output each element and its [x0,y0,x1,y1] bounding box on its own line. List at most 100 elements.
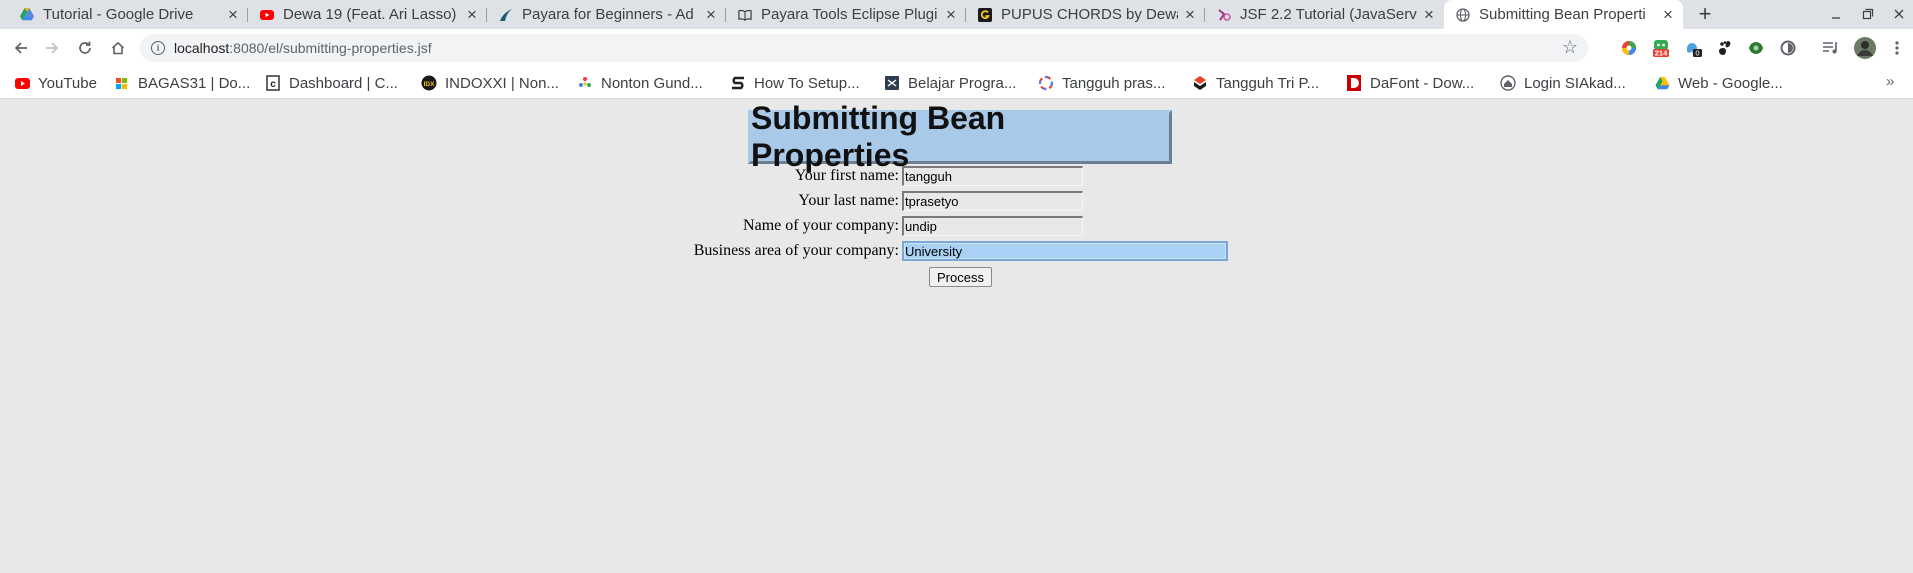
bookmark-label: DaFont - Dow... [1370,74,1475,92]
tab-title: JSF 2.2 Tutorial (JavaServ [1240,6,1417,23]
youtube-icon [14,75,30,91]
tab-title: Submitting Bean Properti [1479,6,1646,23]
google-drive-icon [1654,75,1670,91]
company-name-field[interactable] [902,216,1083,236]
forward-icon[interactable] [40,36,64,60]
globe-icon [1456,7,1470,22]
svg-text:c: c [270,79,276,90]
bookmark-star-icon[interactable]: ☆ [1562,37,1578,58]
url-host: localhost [174,40,230,56]
tab-pupus-chords[interactable]: PUPUS CHORDS by Dewa × [966,0,1205,29]
bookmark-label: BAGAS31 | Do... [138,74,251,92]
payara-icon [499,8,513,22]
bookmark-dafont[interactable]: DaFont - Dow... [1346,73,1474,93]
indoxxi-icon: IDX [421,75,437,91]
extension-badge-count: 214 [1655,49,1668,58]
tab-payara-beginners[interactable]: Payara for Beginners - Ad × [487,0,726,29]
tab-submitting-bean-properties[interactable]: Submitting Bean Properti × [1444,0,1683,29]
more-bookmarks-icon[interactable]: » [1886,73,1894,90]
site-info-icon[interactable]: i [151,41,165,55]
svg-text:IDX: IDX [424,81,436,88]
business-area-label: Business area of your company: [693,242,899,259]
nonton-icon [577,75,593,91]
process-button[interactable]: Process [929,267,992,287]
bookmark-indoxxi[interactable]: IDX INDOXXI | Non... [421,73,559,93]
youtube-icon [260,8,274,22]
close-icon[interactable]: × [464,5,480,24]
bookmark-label: Nonton Gund... [601,74,703,92]
ring-icon [1038,75,1054,91]
company-name-label: Name of your company: [743,217,899,234]
dafont-icon [1346,75,1362,91]
close-window-icon[interactable] [1888,3,1910,25]
bookmark-tangguh-tri-p[interactable]: Tangguh Tri P... [1192,73,1319,93]
tab-payara-tools[interactable]: Payara Tools Eclipse Plugi × [726,0,966,29]
first-name-label: Your first name: [794,167,899,184]
bookmark-label: How To Setup... [754,74,860,92]
bookmark-web-google[interactable]: Web - Google... [1654,73,1783,93]
belajar-icon [884,75,900,91]
url-path: :8080/el/submitting-properties.jsf [229,40,432,56]
tab-title: Dewa 19 (Feat. Ari Lasso) [283,6,457,23]
first-name-field[interactable] [902,166,1083,186]
tab-youtube-dewa19[interactable]: Dewa 19 (Feat. Ari Lasso) × [248,0,487,29]
url-text[interactable]: localhost:8080/el/submitting-properties.… [174,40,432,56]
tangguh-icon [1192,75,1208,91]
color-picker-extension-icon[interactable] [1620,39,1638,57]
bookmark-dashboard[interactable]: c Dashboard | C... [265,73,398,93]
close-icon[interactable]: × [225,5,241,24]
back-icon[interactable] [9,36,33,60]
page-title: Submitting Bean Properties [748,100,1172,173]
extension-badge-icon[interactable]: 214 [1651,39,1671,57]
bookmark-label: Login SIAkad... [1524,74,1626,92]
siakad-icon [1500,75,1516,91]
bookmark-youtube[interactable]: YouTube [14,73,97,93]
bookmark-login-siakad[interactable]: Login SIAkad... [1500,73,1626,93]
address-bar[interactable]: i localhost:8080/el/submitting-propertie… [140,34,1588,62]
bagas31-icon [114,75,130,91]
tab-strip: Tutorial - Google Drive × Dewa 19 (Feat.… [0,0,1913,29]
close-icon[interactable]: × [703,5,719,24]
last-name-field[interactable] [902,191,1083,211]
tab-google-drive[interactable]: Tutorial - Google Drive × [8,0,248,29]
bookmark-belajar-programming[interactable]: Belajar Progra... [884,73,1016,93]
bookmark-bagas31[interactable]: BAGAS31 | Do... [114,73,250,93]
google-drive-icon [20,8,34,22]
home-icon[interactable] [106,36,130,60]
circle-extension-icon[interactable] [1779,39,1797,57]
tab-title: PUPUS CHORDS by Dewa [1001,6,1178,23]
chords-icon [978,7,992,22]
gnome-extension-icon[interactable] [1716,39,1734,57]
bookmark-label: YouTube [38,74,97,92]
close-icon[interactable]: × [1660,5,1676,24]
business-area-field[interactable] [902,241,1228,261]
vpn-extension-icon[interactable] [1747,39,1765,57]
bookmark-label: Web - Google... [1678,74,1783,92]
media-control-icon[interactable] [1822,39,1840,57]
minimize-icon[interactable] [1825,3,1847,25]
tab-title: Tutorial - Google Drive [43,6,194,23]
book-icon [738,8,752,22]
chrome-menu-icon[interactable] [1888,39,1906,57]
bookmark-label: Dashboard | C... [289,74,398,92]
bookmark-label: Tangguh pras... [1062,74,1166,92]
restore-icon[interactable] [1857,3,1879,25]
browser-toolbar: i localhost:8080/el/submitting-propertie… [0,29,1913,67]
reload-icon[interactable] [73,36,97,60]
close-icon[interactable]: × [943,5,959,24]
bookmark-label: Tangguh Tri P... [1216,74,1320,92]
dashboard-icon: c [265,75,281,91]
ghost-extension-icon[interactable]: 0 [1684,39,1702,57]
new-tab-button[interactable]: + [1693,1,1717,26]
bookmark-nonton-gundam[interactable]: Nonton Gund... [577,73,703,93]
bookmark-label: Belajar Progra... [908,74,1017,92]
close-icon[interactable]: × [1421,5,1437,24]
s-logo-icon [730,75,746,91]
bookmarks-bar: YouTube BAGAS31 | Do... c Dashboard | C.… [0,67,1913,99]
extension-badge-count: 0 [1695,49,1699,58]
bookmark-tangguh-pras[interactable]: Tangguh pras... [1038,73,1165,93]
profile-avatar[interactable] [1854,37,1876,59]
tab-jsf-tutorial[interactable]: JSF 2.2 Tutorial (JavaServ × [1205,0,1444,29]
bookmark-how-to-setup[interactable]: How To Setup... [730,73,860,93]
close-icon[interactable]: × [1182,5,1198,24]
